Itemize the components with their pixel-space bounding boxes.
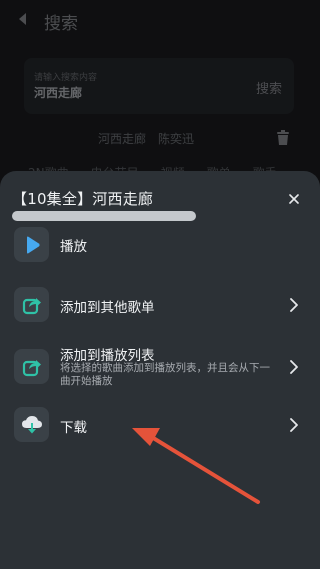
close-button[interactable] <box>282 187 306 211</box>
menu-item-play[interactable]: 播放 <box>0 227 320 263</box>
action-sheet: 【10集全】河西走廊 播放 添加到其他歌单 添加到播放列表 将选择的歌曲添加到播… <box>0 171 320 569</box>
sheet-header: 【10集全】河西走廊 <box>12 187 196 221</box>
chevron-right-icon <box>290 298 298 312</box>
play-icon <box>26 236 40 253</box>
menu-item-label: 添加到播放列表 <box>60 348 155 364</box>
menu-item-download[interactable]: 下载 <box>0 407 320 443</box>
menu-item-add-to-playlist[interactable]: 添加到其他歌单 <box>0 287 320 323</box>
download-icon-box <box>14 407 49 442</box>
menu-item-add-to-queue[interactable]: 添加到播放列表 将选择的歌曲添加到播放列表，并且会从下一曲开始播放 <box>0 347 320 387</box>
play-icon-box <box>14 227 49 262</box>
share-icon-box <box>14 287 49 322</box>
menu-item-label: 下载 <box>60 420 87 436</box>
chevron-right-icon <box>290 360 298 374</box>
chevron-right-icon <box>290 418 298 432</box>
share-icon-box <box>14 349 49 384</box>
close-icon <box>289 194 299 204</box>
share-icon <box>22 359 41 376</box>
menu-item-label: 添加到其他歌单 <box>60 300 155 316</box>
share-icon <box>22 297 41 314</box>
menu-item-description: 将选择的歌曲添加到播放列表，并且会从下一曲开始播放 <box>60 362 270 387</box>
title-highlight <box>12 211 196 221</box>
sheet-title: 【10集全】河西走廊 <box>12 189 154 208</box>
menu-item-label: 播放 <box>60 239 87 255</box>
cloud-download-icon <box>21 415 42 433</box>
